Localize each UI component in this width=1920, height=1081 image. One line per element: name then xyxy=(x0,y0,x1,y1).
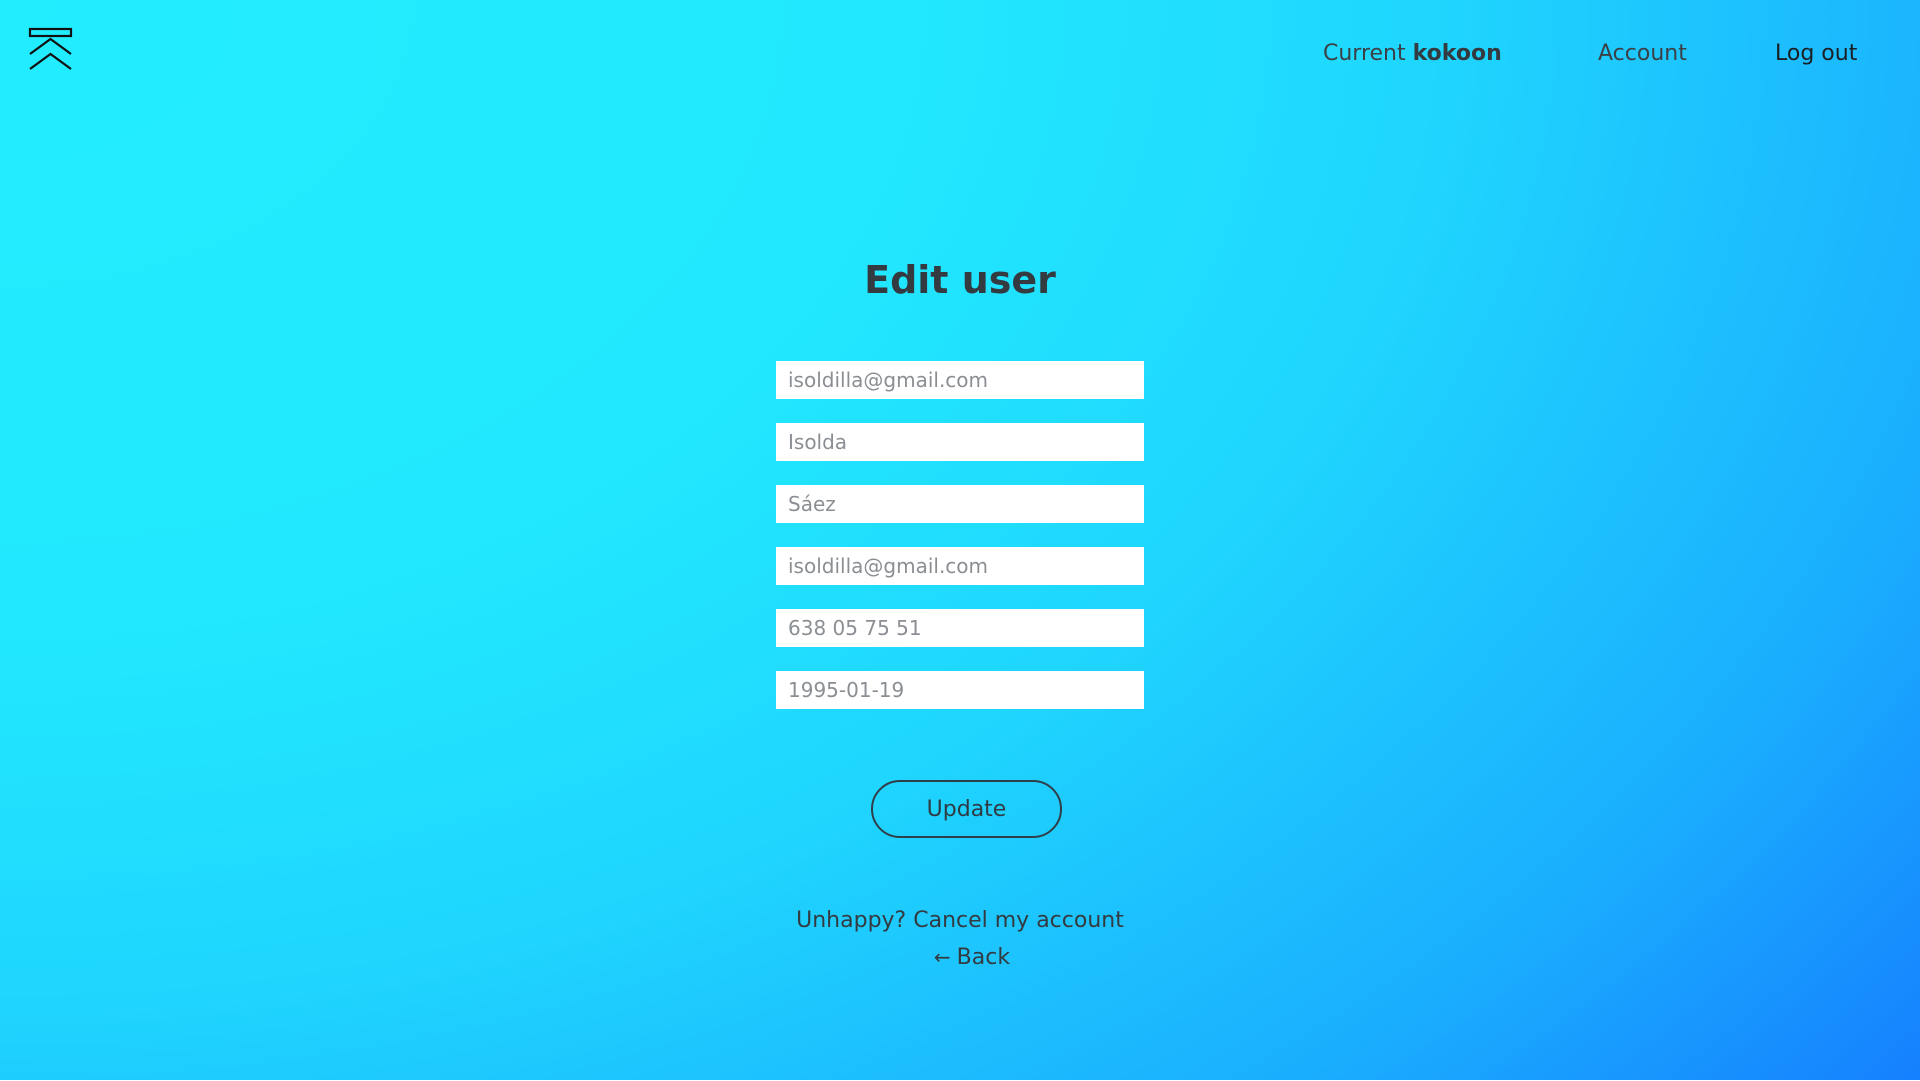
top-nav: Current kokoon Account Log out xyxy=(0,38,1920,70)
account-link[interactable]: Account xyxy=(1598,38,1687,70)
cancel-account-link[interactable]: Unhappy? Cancel my account xyxy=(796,908,1124,933)
page-background: Current kokoon Account Log out Edit user… xyxy=(0,0,1920,1080)
current-space-label[interactable]: Current kokoon xyxy=(1323,38,1502,70)
first-name-field[interactable] xyxy=(776,423,1144,461)
page-title: Edit user xyxy=(864,258,1056,302)
logout-link[interactable]: Log out xyxy=(1775,38,1857,70)
update-button[interactable]: Update xyxy=(871,780,1062,838)
footer-links: Unhappy? Cancel my account ← Back xyxy=(0,902,1920,976)
back-link[interactable]: ← Back xyxy=(0,939,1920,976)
current-prefix: Current xyxy=(1323,41,1406,66)
back-label: Back xyxy=(956,945,1011,970)
email-confirm-field[interactable] xyxy=(776,547,1144,585)
arrow-left-icon: ← xyxy=(933,945,951,969)
last-name-field[interactable] xyxy=(776,485,1144,523)
current-space-name: kokoon xyxy=(1412,41,1502,66)
email-field[interactable] xyxy=(776,361,1144,399)
phone-field[interactable] xyxy=(776,609,1144,647)
edit-user-form xyxy=(776,361,1144,733)
birthdate-field[interactable] xyxy=(776,671,1144,709)
